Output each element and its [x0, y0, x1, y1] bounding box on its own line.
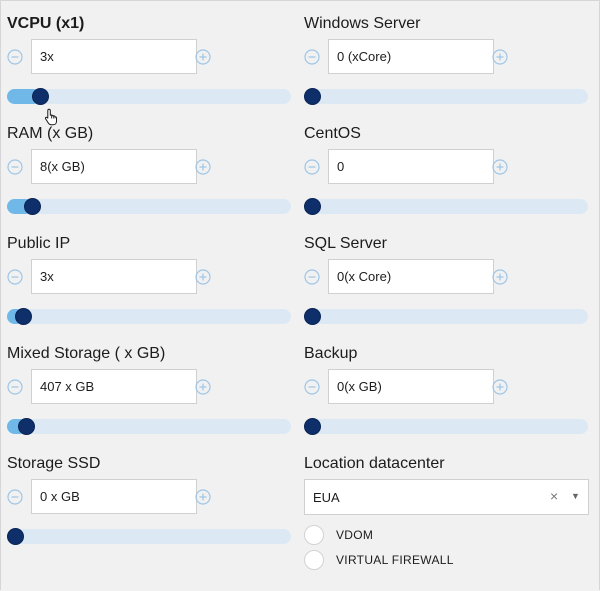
- plus-circle-icon[interactable]: [195, 379, 211, 395]
- field-location-datacenter: Location datacenter EUA × ▼ VDOM VIRTUAL…: [304, 455, 594, 585]
- field-backup: Backup: [303, 345, 594, 445]
- slider-knob[interactable]: [303, 198, 321, 215]
- option-label: VDOM: [336, 528, 374, 542]
- minus-circle-icon[interactable]: [304, 269, 320, 285]
- clear-icon[interactable]: ×: [550, 488, 558, 504]
- plus-circle-icon[interactable]: [492, 379, 508, 395]
- centos-stepper: [304, 149, 594, 185]
- public-ip-input[interactable]: [31, 259, 197, 294]
- slider-knob[interactable]: [23, 198, 41, 215]
- slider-knob[interactable]: [32, 88, 50, 105]
- slider-knob[interactable]: [6, 528, 24, 545]
- slider-knob[interactable]: [303, 88, 321, 105]
- field-label: Windows Server: [304, 15, 421, 32]
- ram-stepper: [7, 149, 297, 185]
- storage-ssd-stepper: [7, 479, 297, 515]
- field-label: Public IP: [7, 235, 71, 252]
- datacenter-selected-value: EUA: [313, 490, 340, 505]
- ram-input[interactable]: [31, 149, 197, 184]
- centos-input[interactable]: [328, 149, 494, 184]
- sql-server-input[interactable]: [328, 259, 494, 294]
- field-label: VCPU (x1): [7, 15, 85, 32]
- field-label: Location datacenter: [304, 455, 445, 472]
- vdom-radio[interactable]: [304, 525, 324, 545]
- vcpu-stepper: [7, 39, 297, 75]
- minus-circle-icon[interactable]: [7, 269, 23, 285]
- public-ip-stepper: [7, 259, 297, 295]
- minus-circle-icon[interactable]: [7, 489, 23, 505]
- slider-knob[interactable]: [303, 308, 321, 325]
- field-public-ip: Public IP: [7, 235, 297, 335]
- mixed-storage-input[interactable]: [31, 369, 197, 404]
- storage-ssd-input[interactable]: [31, 479, 197, 514]
- minus-circle-icon[interactable]: [7, 49, 23, 65]
- storage-ssd-slider[interactable]: [6, 528, 291, 545]
- windows-server-input[interactable]: [328, 39, 494, 74]
- field-label: SQL Server: [304, 235, 387, 252]
- backup-stepper: [304, 369, 594, 405]
- plus-circle-icon[interactable]: [195, 49, 211, 65]
- plus-circle-icon[interactable]: [195, 269, 211, 285]
- vcpu-input[interactable]: [31, 39, 197, 74]
- plus-circle-icon[interactable]: [195, 489, 211, 505]
- slider-knob[interactable]: [15, 308, 33, 325]
- datacenter-select[interactable]: EUA × ▼: [304, 479, 589, 515]
- minus-circle-icon[interactable]: [304, 159, 320, 175]
- plus-circle-icon[interactable]: [492, 159, 508, 175]
- windows-server-slider[interactable]: [303, 88, 588, 105]
- chevron-down-icon[interactable]: ▼: [571, 491, 580, 501]
- public-ip-slider[interactable]: [7, 308, 291, 325]
- minus-circle-icon[interactable]: [304, 379, 320, 395]
- windows-server-stepper: [304, 39, 594, 75]
- field-label: Backup: [304, 345, 358, 362]
- backup-input[interactable]: [328, 369, 494, 404]
- field-storage-ssd: Storage SSD: [6, 455, 297, 555]
- slider-knob[interactable]: [303, 418, 321, 435]
- field-label: Storage SSD: [7, 455, 101, 472]
- plus-circle-icon[interactable]: [492, 49, 508, 65]
- slider-knob[interactable]: [17, 418, 35, 435]
- mixed-storage-slider[interactable]: [7, 418, 291, 435]
- field-sql-server: SQL Server: [303, 235, 594, 335]
- vcpu-slider[interactable]: [7, 88, 291, 105]
- field-label: RAM (x GB): [7, 125, 94, 142]
- sql-server-slider[interactable]: [303, 308, 588, 325]
- minus-circle-icon[interactable]: [7, 379, 23, 395]
- virtual-firewall-radio[interactable]: [304, 550, 324, 570]
- plus-circle-icon[interactable]: [492, 269, 508, 285]
- minus-circle-icon[interactable]: [304, 49, 320, 65]
- sql-server-stepper: [304, 259, 594, 295]
- plus-circle-icon[interactable]: [195, 159, 211, 175]
- field-label: Mixed Storage ( x GB): [7, 345, 166, 362]
- option-label: VIRTUAL FIREWALL: [336, 553, 454, 567]
- field-label: CentOS: [304, 125, 361, 142]
- centos-slider[interactable]: [303, 198, 588, 215]
- mixed-storage-stepper: [7, 369, 297, 405]
- hand-pointer-icon: [44, 108, 57, 126]
- backup-slider[interactable]: [303, 418, 588, 435]
- field-vcpu: VCPU (x1): [7, 15, 297, 126]
- field-ram: RAM (x GB): [7, 125, 297, 225]
- field-centos: CentOS: [303, 125, 594, 225]
- ram-slider[interactable]: [7, 198, 291, 215]
- field-mixed-storage: Mixed Storage ( x GB): [7, 345, 297, 445]
- field-windows-server: Windows Server: [303, 15, 594, 115]
- minus-circle-icon[interactable]: [7, 159, 23, 175]
